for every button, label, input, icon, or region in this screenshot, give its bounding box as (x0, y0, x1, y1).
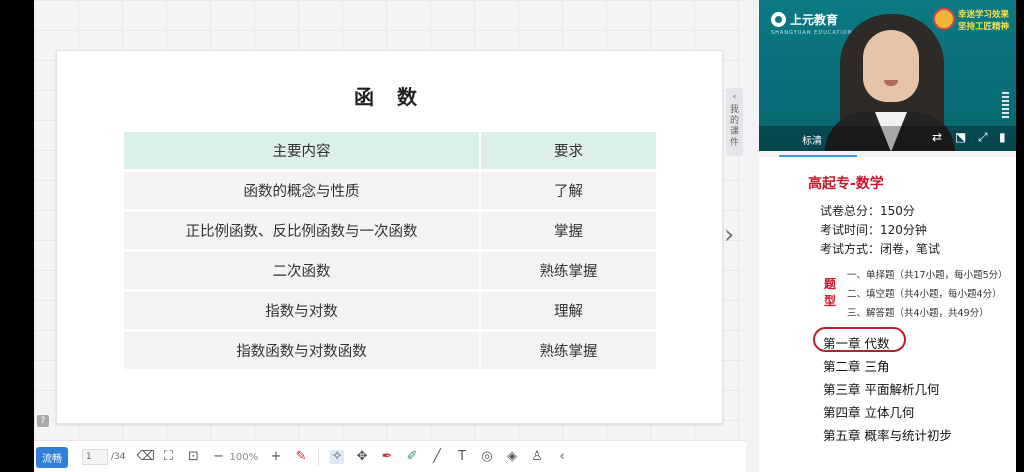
pen-icon[interactable]: ✒ (380, 450, 394, 464)
slogan-line: 坚持工匠精神 (958, 22, 1010, 32)
table-cell-requirement: 熟练掌握 (479, 252, 656, 289)
laser-pointer-icon[interactable]: ✧ (330, 450, 345, 464)
chapter-item[interactable]: 第一章 代数 (823, 333, 889, 352)
collapse-icon[interactable]: ‹ (555, 450, 569, 464)
arrow-left-icon: ‹ (732, 92, 737, 102)
fit-screen-icon[interactable]: ⛶ (161, 450, 175, 464)
exam-info-line: 考试方式：闭卷，笔试 (820, 242, 941, 256)
page-input[interactable]: 1 (82, 449, 108, 465)
zoom-level: 100% (229, 451, 259, 463)
slide: 函 数 主要内容 要求 函数的概念与性质 了解 正比例函数、反比例函数与一次函数… (56, 50, 723, 424)
brand-sub: SHANGYUAN EDUCATION (771, 30, 853, 36)
table-cell-requirement: 了解 (479, 172, 656, 209)
fullscreen-icon[interactable]: ⤢ (978, 131, 988, 144)
table-cell-requirement: 理解 (479, 292, 656, 329)
mode-button[interactable]: 流畅 (36, 446, 68, 468)
move-icon[interactable]: ✥ (355, 450, 369, 464)
eraser-icon[interactable]: ⌫ (136, 450, 154, 464)
exit-icon[interactable]: ⬔ (955, 131, 966, 144)
text-icon[interactable]: T (455, 450, 469, 464)
table-cell-requirement: 掌握 (479, 212, 656, 249)
slide-title: 函 数 (354, 85, 425, 109)
exam-info-line: 试卷总分：150分 (820, 204, 915, 218)
accent-bar (779, 155, 857, 157)
my-courseware-tab[interactable]: ‹ 我的课件 (726, 88, 743, 156)
chapter-item[interactable]: 第三章 平面解析几何 (823, 379, 939, 398)
right-panel: 上元教育 SHANGYUAN EDUCATION 幸迷学习效果 坚持工匠精神 标… (759, 0, 1016, 472)
highlighter-icon[interactable]: ✐ (405, 450, 419, 464)
table-cell-content: 指数与对数 (124, 292, 479, 329)
eraser-tool-icon[interactable]: ◈ (505, 450, 519, 464)
stamp-icon[interactable]: ♙ (530, 450, 544, 464)
question-type-item: 三、解答题（共4小题，共49分） (847, 308, 989, 319)
switch-camera-icon[interactable]: ⇄ (932, 131, 942, 144)
brand-name: 上元教育 (790, 13, 839, 27)
signal-icon: ▮ (999, 130, 1006, 144)
question-type-label: 题型 (824, 277, 837, 308)
question-type-item: 二、填空题（共4小题，每小题4分） (847, 289, 1002, 300)
toolbar-divider (318, 448, 320, 466)
circle-icon[interactable]: ◎ (480, 450, 494, 464)
zoom-out-icon[interactable]: − (211, 450, 225, 464)
clear-icon[interactable]: ✎ (294, 450, 308, 464)
exam-info-line: 考试时间：120分钟 (820, 223, 927, 237)
table-row: 二次函数 熟练掌握 (124, 252, 656, 289)
table-row: 指数与对数 理解 (124, 292, 656, 329)
slogan-line: 幸迷学习效果 (958, 10, 1010, 20)
table-cell-requirement: 熟练掌握 (479, 332, 656, 369)
question-type-item: 一、单择题（共17小题，每小题5分） (847, 270, 1008, 281)
table-cell-content: 函数的概念与性质 (124, 172, 479, 209)
volume-level (1002, 92, 1009, 120)
column-header: 主要内容 (124, 132, 479, 169)
table-cell-content: 正比例函数、反比例函数与一次函数 (124, 212, 479, 249)
topic-table: 主要内容 要求 函数的概念与性质 了解 正比例函数、反比例函数与一次函数 掌握 … (124, 129, 656, 372)
quality-selector[interactable]: 标清 (802, 132, 822, 147)
table-cell-content: 二次函数 (124, 252, 479, 289)
brand-logo (771, 12, 786, 27)
chapter-item[interactable]: 第四章 立体几何 (823, 402, 914, 421)
table-row: 函数的概念与性质 了解 (124, 172, 656, 209)
table-header-row: 主要内容 要求 (124, 132, 656, 169)
zoom-in-icon[interactable]: + (269, 450, 283, 464)
line-icon[interactable]: ╱ (430, 450, 444, 464)
slogan: 幸迷学习效果 坚持工匠精神 (958, 9, 1009, 33)
video-controls: 标清 ⇄ ⬔ ⤢ ▮ (759, 126, 1016, 151)
teacher-figure-face (863, 30, 919, 102)
table-row: 正比例函数、反比例函数与一次函数 掌握 (124, 212, 656, 249)
whiteboard-toolbar: 流畅 1 /34 ⌫ ⛶ ⊡ − 100% + ✎ ✧ ✥ ✒ ✐ ╱ T ◎ … (34, 440, 746, 472)
screenshot-icon[interactable]: ⊡ (186, 450, 200, 464)
table-cell-content: 指数函数与对数函数 (124, 332, 479, 369)
my-courseware-label: 我的课件 (730, 105, 740, 148)
page-total: /34 (111, 452, 126, 462)
chapter-item[interactable]: 第五章 概率与统计初步 (823, 425, 952, 444)
next-page-icon[interactable]: › (724, 222, 734, 248)
chapter-item[interactable]: 第二章 三角 (823, 356, 889, 375)
teacher-video: 上元教育 SHANGYUAN EDUCATION 幸迷学习效果 坚持工匠精神 标… (759, 0, 1016, 151)
app-frame: 函 数 主要内容 要求 函数的概念与性质 了解 正比例函数、反比例函数与一次函数… (34, 0, 1016, 472)
table-row: 指数函数与对数函数 熟练掌握 (124, 332, 656, 369)
mascot-badge (933, 8, 955, 30)
help-icon[interactable]: ? (37, 415, 49, 427)
outline-title: 高起专-数学 (808, 176, 884, 192)
column-header: 要求 (479, 132, 656, 169)
